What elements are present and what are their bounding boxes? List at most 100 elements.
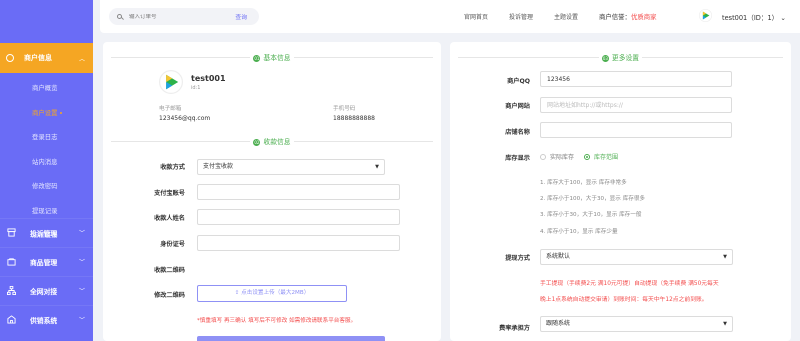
nav-complaints[interactable]: 投诉管理 — [509, 12, 533, 21]
dropdown-arrow-icon: ▼ — [375, 164, 379, 170]
section-number: 02 — [253, 138, 261, 146]
sidebar-logo-area — [0, 0, 93, 40]
section-title: 更多设置 — [611, 54, 640, 62]
fee-bearer-value: 跟随系统 — [546, 320, 571, 327]
radio-label: 库存范围 — [594, 154, 619, 161]
sidebar-menu-merchant-info[interactable]: 商户信息 ︿ — [0, 43, 93, 73]
nav-theme[interactable]: 主题设置 — [554, 12, 578, 21]
merchant-qq-label: 商户QQ — [507, 78, 530, 85]
supply-icon — [7, 315, 16, 324]
sidebar-group-products[interactable]: 商品管理 ﹀ — [0, 247, 93, 275]
more-settings-card: 03更多设置 商户QQ 商户网站 店铺名称 库存显示 实际库存 库存范围 1. … — [450, 42, 791, 341]
section-number: 01 — [253, 54, 261, 62]
merchant-site-label: 商户网站 — [505, 103, 530, 110]
sidebar-item-login-log[interactable]: 登录日志 — [0, 125, 93, 150]
fee-bearer-select[interactable]: 跟随系统 ▼ — [540, 316, 733, 332]
stock-rule-1: 1. 库存大于100，显示 库存非常多 — [540, 180, 627, 186]
stock-display-label: 库存显示 — [505, 155, 530, 162]
sidebar-item-settings[interactable]: 商户设置 — [0, 101, 93, 126]
withdraw-method-value: 系统默认 — [546, 253, 571, 260]
save-button[interactable] — [197, 336, 385, 341]
merchant-qq-input[interactable] — [540, 71, 732, 87]
sidebar-menu-label: 商户信息 — [24, 54, 52, 62]
payment-method-select[interactable]: 支付宝收款 ▼ — [197, 159, 385, 175]
sidebar-group-label: 投诉管理 — [30, 229, 58, 238]
profile-name: test001 — [191, 74, 226, 83]
search-button[interactable]: 查询 — [235, 12, 247, 21]
section-title: 收款信息 — [263, 138, 291, 146]
merchant-site-input[interactable] — [540, 97, 732, 113]
fee-bearer-label: 费率承担方 — [499, 325, 530, 332]
sidebar-item-password[interactable]: 修改密码 — [0, 174, 93, 199]
id-card-label: 身份证号 — [160, 241, 185, 248]
section-title: 基本信息 — [263, 54, 291, 62]
sidebar-item-messages[interactable]: 站内消息 — [0, 150, 93, 175]
qrcode-label: 收款二维码 — [154, 267, 185, 274]
chevron-down-icon: ﹀ — [78, 230, 85, 237]
chevron-down-icon: ﹀ — [78, 288, 85, 295]
payment-warning: *慎重填写 再三确认 填写后不可修改 如需修改请联系平台客服。 — [197, 318, 357, 324]
order-search-input[interactable] — [129, 13, 229, 20]
email-value: 123456@qq.com — [159, 115, 211, 122]
basic-payment-card: 01 基本信息 test001 id:1 电子邮箱 123456@qq.com 手… — [103, 42, 441, 341]
chevron-down-icon: ⌄ — [780, 14, 786, 22]
order-search: 查询 — [109, 8, 259, 25]
stock-rule-4: 4. 库存小于10，显示 库存少量 — [540, 229, 618, 235]
upload-qrcode-button[interactable]: ⇪ 点击设置上传（最大2MB） — [197, 285, 347, 302]
email-label: 电子邮箱 — [159, 106, 182, 112]
dropdown-arrow-icon: ▼ — [723, 254, 727, 260]
gear-icon — [6, 54, 14, 62]
phone-label: 手机号码 — [333, 106, 356, 112]
sidebar: 商户信息 ︿ 商户概览 商户设置 登录日志 站内消息 修改密码 提现记录 店铺链… — [0, 0, 93, 341]
user-avatar[interactable] — [699, 9, 712, 22]
search-icon — [117, 14, 122, 19]
payment-method-label: 收款方式 — [160, 164, 185, 171]
alipay-account-label: 支付宝账号 — [154, 190, 185, 197]
chevron-down-icon: ﹀ — [78, 317, 85, 324]
sidebar-group-label: 供销系统 — [30, 316, 58, 325]
merchant-credit: 商户信誉：优质商家 — [599, 12, 657, 21]
sidebar-group-complaints[interactable]: 投诉管理 ﹀ — [0, 218, 93, 246]
network-icon — [7, 286, 16, 295]
section-basic-info: 01 基本信息 — [103, 52, 441, 62]
dropdown-arrow-icon: ▼ — [723, 321, 727, 327]
withdraw-notice-line-1: 手工提现（手续费2元 满10元可提）自动提现（免手续费 满50元每天 — [540, 281, 719, 287]
sidebar-item-overview[interactable]: 商户概览 — [0, 76, 93, 101]
payee-name-label: 收款人姓名 — [154, 215, 185, 222]
stock-rule-3: 3. 库存小于30，大于10，显示 库存一般 — [540, 212, 642, 218]
shop-icon — [7, 228, 16, 237]
user-menu[interactable]: test001（ID：1） ⌄ — [722, 12, 786, 22]
payee-name-input[interactable] — [197, 209, 400, 225]
upload-button-label: 点击设置上传（最大2MB） — [241, 290, 310, 296]
shop-name-label: 店铺名称 — [505, 129, 530, 136]
sidebar-group-label: 商品管理 — [30, 258, 58, 267]
merchant-credit-level: 优质商家 — [630, 13, 657, 21]
merchant-credit-label: 商户信誉： — [599, 13, 631, 21]
sidebar-group-network[interactable]: 全网对接 ﹀ — [0, 276, 93, 304]
withdraw-notice-line-2: 晚上1点系统自动提交审请）到账时间：每天中午12点之前到账。 — [540, 297, 708, 303]
bag-icon — [7, 257, 16, 266]
section-payment-info: 02 收款信息 — [103, 136, 441, 146]
stock-rule-2: 2. 库存小于100，大于30，显示 库存很多 — [540, 196, 646, 202]
section-number: 03 — [601, 54, 609, 62]
withdraw-method-select[interactable]: 系统默认 ▼ — [540, 249, 733, 265]
radio-label: 实际库存 — [550, 154, 575, 161]
phone-value: 18888888888 — [333, 115, 375, 122]
profile-id: id:1 — [191, 85, 201, 91]
id-card-input[interactable] — [197, 235, 400, 251]
nav-home[interactable]: 官网首页 — [464, 12, 488, 21]
payment-method-value: 支付宝收款 — [203, 163, 234, 170]
shop-name-input[interactable] — [540, 122, 732, 138]
sidebar-group-supply[interactable]: 供销系统 ﹀ — [0, 305, 93, 333]
edit-qrcode-label: 修改二维码 — [154, 292, 185, 299]
stock-actual-radio[interactable]: 实际库存 — [540, 152, 574, 161]
chevron-up-icon: ︿ — [78, 56, 85, 63]
alipay-account-input[interactable] — [197, 184, 400, 200]
sidebar-group-label: 全网对接 — [30, 287, 58, 296]
stock-range-radio[interactable]: 库存范围 — [584, 152, 618, 161]
withdraw-method-label: 提现方式 — [505, 255, 530, 262]
upload-icon: ⇪ — [234, 290, 240, 296]
chevron-down-icon: ﹀ — [78, 259, 85, 266]
radio-indicator — [584, 153, 590, 160]
section-more-settings: 03 更多设置 — [450, 52, 791, 62]
